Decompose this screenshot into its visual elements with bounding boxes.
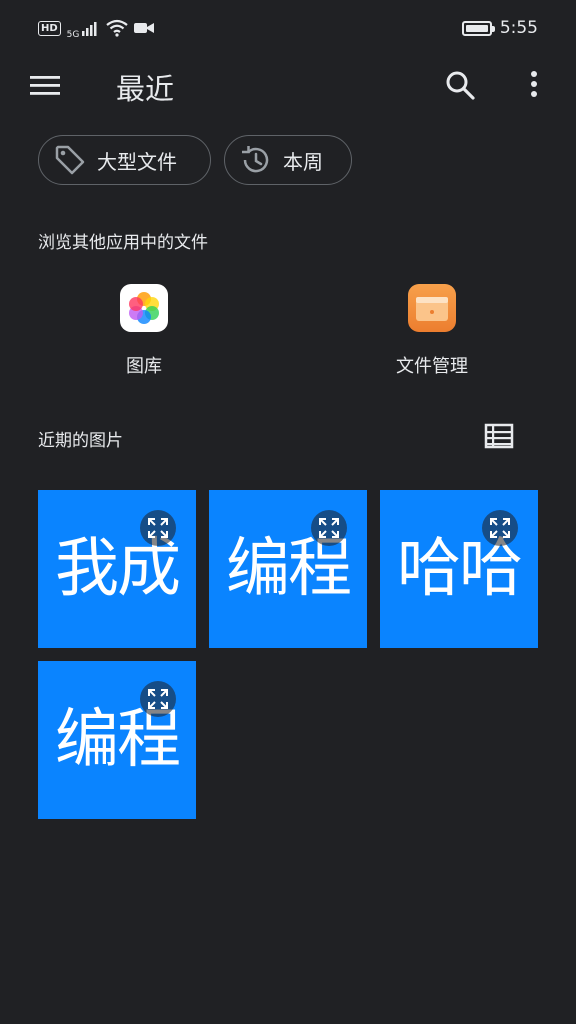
tag-icon bbox=[55, 145, 85, 175]
chip-label: 本周 bbox=[283, 149, 323, 174]
status-left: HD 5G bbox=[38, 16, 155, 40]
status-right: 5:55 bbox=[461, 18, 538, 38]
app-file-manager[interactable]: 文件管理 bbox=[372, 284, 492, 378]
app-label: 文件管理 bbox=[396, 356, 468, 377]
clock: 5:55 bbox=[499, 18, 538, 38]
expand-icon[interactable] bbox=[482, 510, 518, 546]
expand-icon[interactable] bbox=[140, 681, 176, 717]
image-thumbnail[interactable]: 编程 bbox=[209, 490, 367, 648]
image-thumbnail[interactable]: 我成 bbox=[38, 490, 196, 648]
browse-section-title: 浏览其他应用中的文件 bbox=[38, 233, 208, 253]
expand-icon[interactable] bbox=[311, 510, 347, 546]
network-type: 5G bbox=[66, 30, 80, 40]
chip-this-week[interactable]: 本周 bbox=[224, 135, 352, 185]
status-bar: HD 5G 5:55 bbox=[0, 0, 576, 56]
thumbnail-text: 哈哈 bbox=[397, 532, 523, 606]
history-icon bbox=[242, 146, 269, 173]
wifi-icon bbox=[106, 19, 129, 37]
image-thumbnail[interactable]: 编程 bbox=[38, 661, 196, 819]
more-options-icon[interactable] bbox=[522, 67, 546, 103]
recent-section-title: 近期的图片 bbox=[38, 431, 123, 451]
battery-icon bbox=[461, 20, 495, 36]
chip-large-files[interactable]: 大型文件 bbox=[38, 135, 211, 185]
signal-icon bbox=[82, 22, 97, 36]
thumbnail-text: 编程 bbox=[226, 532, 352, 606]
chip-label: 大型文件 bbox=[97, 149, 177, 174]
image-thumbnail[interactable]: 哈哈 bbox=[380, 490, 538, 648]
menu-icon[interactable] bbox=[28, 70, 62, 100]
thumbnail-text: 我成 bbox=[55, 532, 181, 606]
app-gallery[interactable]: 图库 bbox=[94, 284, 194, 378]
toolbar: 最近 bbox=[0, 56, 576, 114]
search-icon[interactable] bbox=[442, 67, 478, 103]
thumbnail-text: 编程 bbox=[55, 703, 181, 777]
file-manager-icon bbox=[408, 284, 456, 332]
hd-badge: HD bbox=[38, 20, 61, 36]
page-title: 最近 bbox=[116, 72, 175, 106]
gallery-icon bbox=[120, 284, 168, 332]
video-camera-icon bbox=[134, 23, 155, 33]
expand-icon[interactable] bbox=[140, 510, 176, 546]
app-label: 图库 bbox=[126, 356, 162, 377]
list-view-icon[interactable] bbox=[484, 422, 514, 450]
